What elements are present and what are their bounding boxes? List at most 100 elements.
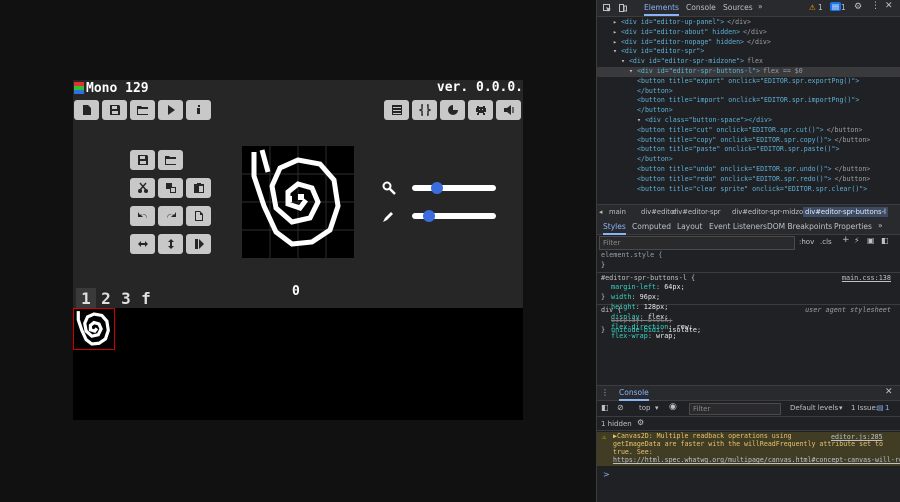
brush-size-slider-knob[interactable]	[422, 210, 435, 222]
breadcrumb-item-selected[interactable]: div#editor-spr-buttons-l	[803, 207, 888, 217]
warning-icon[interactable]: ⚠	[809, 3, 816, 12]
kebab-menu-icon[interactable]: ⋮	[871, 1, 880, 11]
tab-computed[interactable]: Computed	[632, 222, 671, 231]
more-tabs-chevron-icon[interactable]: »	[878, 221, 883, 230]
dom-tree-row[interactable]: <button title="paste" onclick="EDITOR.sp…	[597, 145, 900, 155]
clear-console-icon[interactable]: ⊘	[617, 403, 624, 412]
dom-tree-row[interactable]: </button>	[597, 155, 900, 165]
cut-button[interactable]	[130, 178, 155, 198]
expand-triangle-icon[interactable]: ▾	[613, 47, 621, 55]
eye-icon[interactable]: ◉	[669, 402, 677, 412]
copy-button[interactable]	[158, 178, 183, 198]
page-tab-1[interactable]: 1	[76, 288, 96, 308]
tab-properties[interactable]: Properties	[834, 222, 872, 231]
code-button[interactable]	[412, 100, 437, 120]
issues-link[interactable]: 1 Issue:	[851, 404, 878, 412]
clear-sprite-button[interactable]	[186, 206, 211, 226]
dom-tree-row[interactable]: ▾ <div id="editor-spr">	[597, 47, 900, 57]
zoom-slider-track[interactable]	[412, 185, 496, 191]
undo-button[interactable]	[130, 206, 155, 226]
breadcrumb-item[interactable]: div#editor-spr-midzone	[732, 208, 812, 216]
dom-tree-row[interactable]: <button title="cut" onclick="EDITOR.spr.…	[597, 126, 900, 136]
dom-tree-row[interactable]: <button title="copy" onclick="EDITOR.spr…	[597, 136, 900, 146]
cls-toggle[interactable]: .cls	[820, 238, 832, 246]
sprite-canvas[interactable]	[242, 146, 354, 258]
dom-tree-row[interactable]: ▸ <div id="editor-up-panel"> </div>	[597, 18, 900, 28]
sprite-button[interactable]	[440, 100, 465, 120]
settings-gear-icon[interactable]: ⚙	[854, 2, 862, 12]
hov-toggle[interactable]: :hov	[799, 238, 814, 246]
row-spacer[interactable]: ▾	[637, 116, 645, 124]
dom-tree-row[interactable]: ▾ <div id="editor-spr-midzone"> flex	[597, 57, 900, 67]
sound-button[interactable]	[496, 100, 521, 120]
inspect-cursor-icon[interactable]	[603, 4, 611, 12]
add-rule-icon[interactable]: +	[842, 235, 850, 245]
console-filter-input[interactable]: Filter	[689, 403, 781, 415]
dom-tree-row[interactable]: ▾ <div class="button-space"></div>	[597, 116, 900, 126]
dom-tree-row[interactable]: <button title="export" onclick="EDITOR.s…	[597, 77, 900, 87]
import-button[interactable]	[158, 150, 183, 170]
dom-tree-row[interactable]: </button>	[597, 106, 900, 116]
flip-horizontal-button[interactable]	[130, 234, 155, 254]
console-prompt[interactable]: >	[603, 470, 610, 479]
dom-tree-row[interactable]: ▸ <div id="editor-about" hidden> </div>	[597, 28, 900, 38]
dom-tree-row[interactable]: </button>	[597, 87, 900, 97]
settings-gear-icon[interactable]: ⚙	[637, 418, 644, 427]
dom-tree-row[interactable]: ▸ <div id="editor-nopage" hidden> </div>	[597, 38, 900, 48]
dom-tree-row[interactable]: <button title="import" onclick="EDITOR.s…	[597, 96, 900, 106]
play-button[interactable]	[158, 100, 183, 120]
open-button[interactable]	[130, 100, 155, 120]
selected-sprite-thumbnail[interactable]	[73, 308, 115, 350]
dom-tree-row[interactable]: ▾ <div id="editor-spr-buttons-l"> flex ==…	[597, 66, 900, 77]
tab-layout[interactable]: Layout	[677, 222, 703, 231]
expand-triangle-icon[interactable]: ▸	[613, 38, 621, 46]
close-icon[interactable]: ✕	[885, 1, 893, 11]
flip-vertical-button[interactable]	[158, 234, 183, 254]
tab-sources[interactable]: Sources	[723, 3, 753, 12]
dom-tree-row[interactable]: <button title="redo" onclick="EDITOR.spr…	[597, 175, 900, 185]
save-button[interactable]	[102, 100, 127, 120]
drawer-menu-icon[interactable]: ⋮	[601, 388, 609, 397]
export-button[interactable]	[130, 150, 155, 170]
styles-filter-input[interactable]: Filter	[599, 236, 795, 250]
log-levels-dropdown[interactable]: Default levels	[790, 404, 838, 412]
info-message-icon[interactable]: ▤	[830, 2, 842, 11]
tab-dom-breakpoints[interactable]: DOM Breakpoints	[767, 222, 832, 231]
more-tabs-chevron-icon[interactable]: »	[758, 2, 763, 11]
page-tab-flags[interactable]: f	[136, 288, 156, 308]
map-button[interactable]	[468, 100, 493, 120]
sidebar-toggle-icon[interactable]: ◧	[601, 403, 609, 412]
expand-triangle-icon[interactable]: ▸	[613, 28, 621, 36]
info-button[interactable]	[186, 100, 211, 120]
expand-triangle-icon[interactable]: ▾	[621, 57, 629, 65]
page-tab-3[interactable]: 3	[116, 288, 136, 308]
dom-tree-row[interactable]: <button title="clear sprite" onclick="ED…	[597, 185, 900, 195]
zoom-slider-knob[interactable]	[431, 182, 444, 194]
list-button[interactable]	[384, 100, 409, 120]
rule-source-link[interactable]: main.css:138	[842, 274, 891, 284]
info-count[interactable]: 1	[841, 3, 846, 12]
css-declaration[interactable]: display: block;	[597, 316, 900, 326]
page-tab-2[interactable]: 2	[96, 288, 116, 308]
dom-tree-row[interactable]: <button title="undo" onclick="EDITOR.spr…	[597, 165, 900, 175]
breadcrumb-scroll-left-icon[interactable]: ◂	[599, 208, 602, 216]
chevron-down-icon[interactable]: ▾	[655, 404, 659, 412]
tab-styles[interactable]: Styles	[603, 222, 626, 235]
redo-button[interactable]	[158, 206, 183, 226]
context-selector[interactable]: top	[639, 404, 650, 412]
expand-triangle-icon[interactable]: ▾	[629, 67, 637, 75]
mirror-button[interactable]	[186, 234, 211, 254]
warning-source-link[interactable]: editor.js:285	[831, 433, 883, 441]
breadcrumb-item[interactable]: div#editor-spr	[672, 208, 721, 216]
css-declaration[interactable]: margin-left: 64px;	[597, 283, 900, 293]
expand-triangle-icon[interactable]: ▸	[613, 18, 621, 26]
tab-event-listeners[interactable]: Event Listeners	[709, 222, 767, 231]
dom-tree[interactable]: ▸ <div id="editor-up-panel"> </div> ▸ <div…	[597, 18, 900, 194]
warning-text-line[interactable]: https://html.spec.whatwg.org/multipage/c…	[613, 456, 900, 464]
tab-console[interactable]: Console	[686, 3, 716, 12]
warning-count[interactable]: 1	[818, 3, 823, 12]
chevron-down-icon[interactable]: ▾	[839, 404, 843, 412]
breadcrumb-item[interactable]: main	[609, 208, 626, 216]
sprite-sheet[interactable]	[73, 308, 523, 420]
console-warning-message[interactable]: ⚠ editor.js:285 ▶Canvas2D: Multiple read…	[597, 432, 900, 466]
